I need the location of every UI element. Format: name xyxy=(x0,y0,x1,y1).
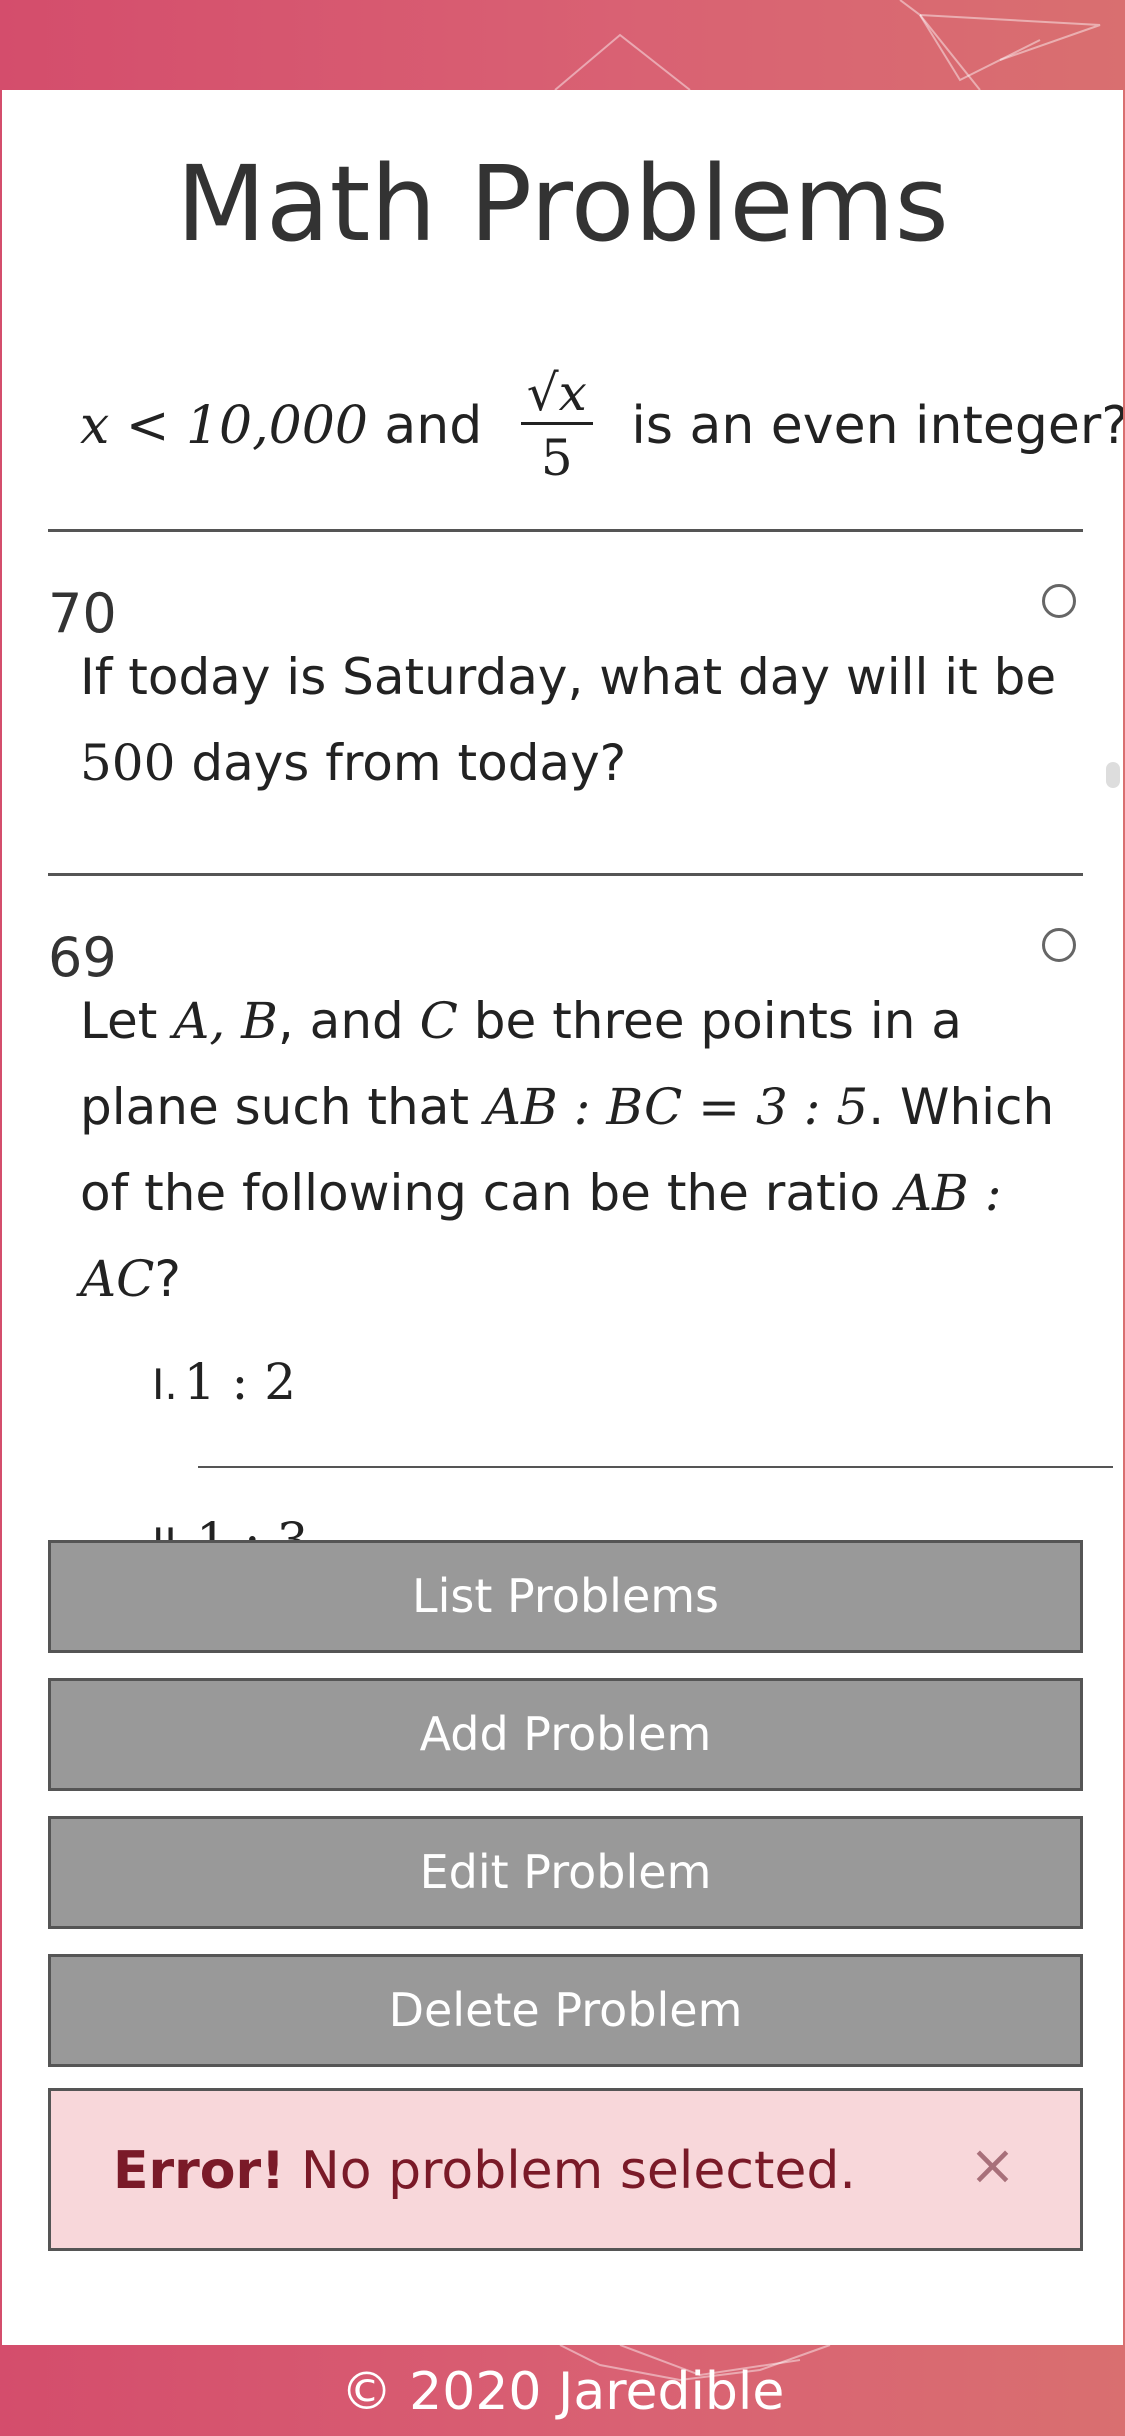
alert-text: Error! No problem selected. xyxy=(113,2141,856,2201)
alert-strong: Error! xyxy=(113,2141,285,2201)
problem-math: A, B xyxy=(173,992,278,1050)
fragment-fraction-numerator: √x xyxy=(520,368,593,425)
answer-choice: I. 1 : 2 xyxy=(152,1353,296,1411)
choice-roman: I. xyxy=(152,1360,178,1409)
problem-text-part: days from today? xyxy=(175,734,627,792)
error-alert: Error! No problem selected. × xyxy=(48,2088,1083,2251)
problem-list[interactable]: x < 10,000 and √x 5 is an even integer? … xyxy=(2,240,1123,1570)
problem-math: C xyxy=(419,992,458,1050)
scrollbar-thumb[interactable] xyxy=(1106,762,1120,788)
problem-text: If today is Saturday, what day will it b… xyxy=(80,634,1100,806)
fragment-fraction-denominator: 5 xyxy=(540,429,573,487)
edit-problem-button[interactable]: Edit Problem xyxy=(48,1816,1083,1929)
alert-message: No problem selected. xyxy=(300,2141,856,2201)
problem-math: 500 xyxy=(80,734,176,792)
delete-problem-button[interactable]: Delete Problem xyxy=(48,1954,1083,2067)
problem-text: Let A, B, and C be three points in a pla… xyxy=(80,978,1100,1322)
fragment-fraction: √x 5 xyxy=(520,368,593,487)
choice-value: 1 : 2 xyxy=(183,1353,297,1411)
problem-select-radio[interactable] xyxy=(1042,928,1076,962)
divider xyxy=(48,529,1083,532)
fragment-tail: is an even integer? xyxy=(614,395,1123,456)
problem-select-radio[interactable] xyxy=(1042,584,1076,618)
add-problem-button[interactable]: Add Problem xyxy=(48,1678,1083,1791)
problem-text-part: If today is Saturday, what day will it b… xyxy=(80,648,1057,706)
problem-text-part: , and xyxy=(277,992,420,1050)
fragment-math-left: x < 10,000 xyxy=(80,395,368,456)
choice-divider xyxy=(198,1466,1113,1468)
problem-fragment-text: x < 10,000 and √x 5 is an even integer? xyxy=(80,368,1123,483)
main-card: Math Problems x < 10,000 and √x 5 is an … xyxy=(2,90,1123,2345)
footer-copyright: © 2020 Jaredible xyxy=(340,2362,785,2422)
divider xyxy=(48,873,1083,876)
problem-math: AB : BC = 3 : 5 xyxy=(484,1078,869,1136)
problem-text-part: ? xyxy=(154,1250,181,1308)
problem-text-part: Let xyxy=(80,992,174,1050)
list-problems-button[interactable]: List Problems xyxy=(48,1540,1083,1653)
close-icon[interactable]: × xyxy=(969,2133,1016,2198)
fragment-and: and xyxy=(367,395,499,456)
